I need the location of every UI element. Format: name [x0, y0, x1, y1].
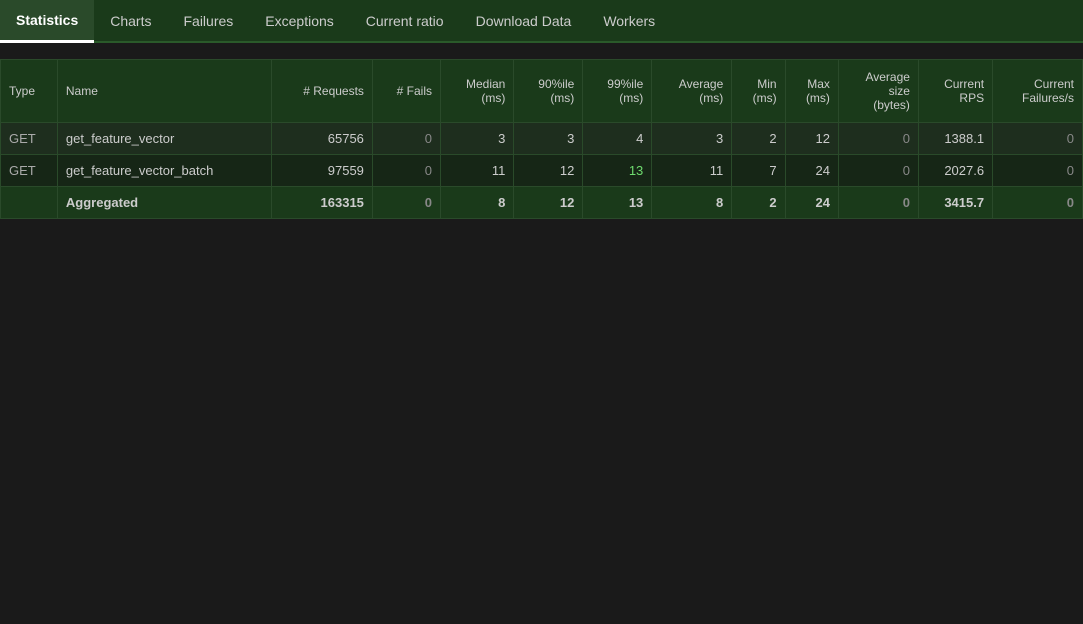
- col-header-type: Type: [1, 60, 58, 123]
- row1-p90: 3: [514, 123, 583, 155]
- row1-requests: 65756: [271, 123, 372, 155]
- agg-p90: 12: [514, 187, 583, 219]
- row1-avg-size: 0: [838, 123, 918, 155]
- row2-average: 11: [652, 155, 732, 187]
- col-header-fails: # Fails: [372, 60, 440, 123]
- nav-failures[interactable]: Failures: [167, 0, 249, 41]
- row1-failures-s: 0: [993, 123, 1083, 155]
- table-row: GET get_feature_vector 65756 0 3 3 4 3 2…: [1, 123, 1083, 155]
- agg-type: [1, 187, 58, 219]
- row2-rps: 2027.6: [918, 155, 992, 187]
- statistics-table: Type Name # Requests # Fails Median(ms) …: [0, 59, 1083, 219]
- nav-charts[interactable]: Charts: [94, 0, 167, 41]
- row1-name: get_feature_vector: [57, 123, 271, 155]
- agg-max: 24: [785, 187, 838, 219]
- row2-max: 24: [785, 155, 838, 187]
- row1-average: 3: [652, 123, 732, 155]
- agg-fails: 0: [372, 187, 440, 219]
- nav-current-ratio[interactable]: Current ratio: [350, 0, 460, 41]
- table-header-row: Type Name # Requests # Fails Median(ms) …: [1, 60, 1083, 123]
- col-header-rps: CurrentRPS: [918, 60, 992, 123]
- row2-failures-s: 0: [993, 155, 1083, 187]
- row1-min: 2: [732, 123, 785, 155]
- table-row: GET get_feature_vector_batch 97559 0 11 …: [1, 155, 1083, 187]
- agg-failures-s: 0: [993, 187, 1083, 219]
- nav-exceptions[interactable]: Exceptions: [249, 0, 349, 41]
- col-header-average: Average(ms): [652, 60, 732, 123]
- nav-workers[interactable]: Workers: [587, 0, 671, 41]
- row1-fails: 0: [372, 123, 440, 155]
- row2-name: get_feature_vector_batch: [57, 155, 271, 187]
- row2-min: 7: [732, 155, 785, 187]
- agg-average: 8: [652, 187, 732, 219]
- agg-name: Aggregated: [57, 187, 271, 219]
- row1-type: GET: [1, 123, 58, 155]
- agg-median: 8: [441, 187, 514, 219]
- row1-median: 3: [441, 123, 514, 155]
- col-header-p99: 99%ile(ms): [583, 60, 652, 123]
- agg-p99: 13: [583, 187, 652, 219]
- agg-requests: 163315: [271, 187, 372, 219]
- row2-fails: 0: [372, 155, 440, 187]
- row2-requests: 97559: [271, 155, 372, 187]
- nav-bar: Statistics Charts Failures Exceptions Cu…: [0, 0, 1083, 43]
- row2-avg-size: 0: [838, 155, 918, 187]
- aggregated-row: Aggregated 163315 0 8 12 13 8 2 24 0 341…: [1, 187, 1083, 219]
- agg-min: 2: [732, 187, 785, 219]
- main-content: Type Name # Requests # Fails Median(ms) …: [0, 43, 1083, 227]
- col-header-min: Min(ms): [732, 60, 785, 123]
- agg-avg-size: 0: [838, 187, 918, 219]
- col-header-median: Median(ms): [441, 60, 514, 123]
- row2-type: GET: [1, 155, 58, 187]
- row1-p99: 4: [583, 123, 652, 155]
- nav-statistics[interactable]: Statistics: [0, 0, 94, 43]
- row2-p99: 13: [583, 155, 652, 187]
- nav-download-data[interactable]: Download Data: [460, 0, 588, 41]
- row1-max: 12: [785, 123, 838, 155]
- row2-p90: 12: [514, 155, 583, 187]
- agg-rps: 3415.7: [918, 187, 992, 219]
- col-header-requests: # Requests: [271, 60, 372, 123]
- col-header-failures-s: CurrentFailures/s: [993, 60, 1083, 123]
- col-header-avg-size: Averagesize(bytes): [838, 60, 918, 123]
- row2-median: 11: [441, 155, 514, 187]
- col-header-p90: 90%ile(ms): [514, 60, 583, 123]
- col-header-max: Max(ms): [785, 60, 838, 123]
- col-header-name: Name: [57, 60, 271, 123]
- row1-rps: 1388.1: [918, 123, 992, 155]
